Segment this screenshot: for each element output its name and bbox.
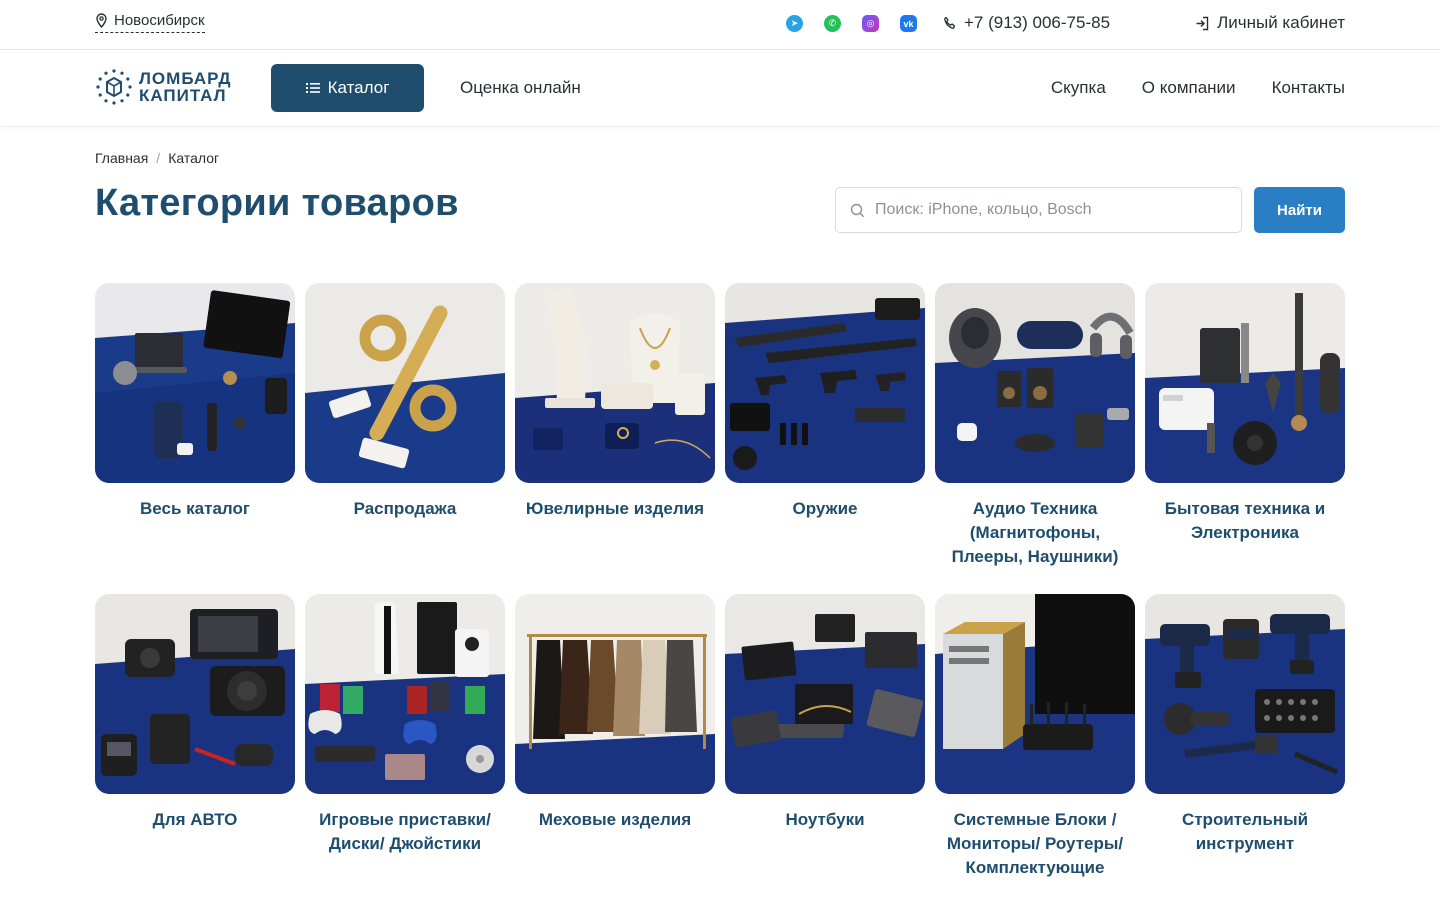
- category-label-pc: Системные Блоки / Мониторы/ Роутеры/ Ком…: [946, 810, 1124, 877]
- telegram-icon[interactable]: ➤: [786, 15, 803, 32]
- list-icon: [305, 83, 320, 93]
- category-label-audio: Аудио Техника (Магнитофоны, Плееры, Науш…: [951, 499, 1119, 566]
- breadcrumb: Главная / Каталог: [95, 150, 219, 166]
- nav-contacts[interactable]: Контакты: [1272, 78, 1345, 98]
- search-input[interactable]: [875, 201, 1215, 219]
- search-icon: [850, 203, 865, 217]
- nav-buyout[interactable]: Скупка: [1051, 78, 1106, 98]
- location-pin-icon: [96, 13, 107, 28]
- phone-link[interactable]: +7 (913) 006-75-85: [943, 13, 1110, 33]
- vk-icon[interactable]: vk: [900, 15, 917, 32]
- category-label-gaming: Игровые приставки/ Диски/ Джойстики: [319, 810, 491, 853]
- category-card-tools[interactable]: Строительный инструмент: [1145, 594, 1345, 900]
- logo[interactable]: ЛОМБАРД КАПИТАЛ: [95, 68, 232, 106]
- logo-text: ЛОМБАРД КАПИТАЛ: [139, 70, 232, 104]
- category-card-laptops[interactable]: Ноутбуки: [725, 594, 925, 900]
- category-label-laptops: Ноутбуки: [785, 810, 865, 829]
- nav-online-appraisal[interactable]: Оценка онлайн: [460, 78, 581, 98]
- category-image-auto: [95, 594, 295, 794]
- whatsapp-icon[interactable]: ✆: [824, 15, 841, 32]
- category-card-weapons[interactable]: Оружие: [725, 283, 925, 594]
- catalog-button[interactable]: Каталог: [271, 64, 424, 112]
- catalog-button-label: Каталог: [327, 78, 390, 97]
- category-image-appliances: [1145, 283, 1345, 483]
- city-selector[interactable]: Новосибирск: [95, 12, 205, 33]
- main-header: ЛОМБАРД КАПИТАЛ Каталог Оценка онлайн Ск…: [0, 50, 1440, 127]
- search-button[interactable]: Найти: [1254, 187, 1345, 233]
- account-label: Личный кабинет: [1217, 13, 1345, 32]
- category-image-pc: [935, 594, 1135, 794]
- category-label-auto: Для АВТО: [152, 810, 238, 829]
- phone-icon: [944, 16, 956, 29]
- category-image-tools: [1145, 594, 1345, 794]
- breadcrumb-current: Каталог: [168, 150, 220, 166]
- page-title: Категории товаров: [95, 182, 459, 224]
- logo-line-1: ЛОМБАРД: [139, 69, 232, 88]
- category-label-tools: Строительный инструмент: [1181, 810, 1309, 853]
- category-image-sale: [305, 283, 505, 483]
- category-label-jewelry: Ювелирные изделия: [525, 499, 705, 518]
- category-card-all[interactable]: Весь каталог: [95, 283, 295, 594]
- category-image-gaming: [305, 594, 505, 794]
- category-label-sale: Распродажа: [353, 499, 457, 518]
- category-card-pc[interactable]: Системные Блоки / Мониторы/ Роутеры/ Ком…: [935, 594, 1135, 900]
- category-card-fur[interactable]: Меховые изделия: [515, 594, 715, 900]
- logo-emblem-icon: [96, 69, 132, 105]
- account-link[interactable]: Личный кабинет: [1195, 13, 1345, 33]
- breadcrumb-separator: /: [156, 150, 161, 166]
- category-image-audio: [935, 283, 1135, 483]
- category-label-appliances: Бытовая техника и Электроника: [1164, 499, 1326, 542]
- category-image-laptops: [725, 594, 925, 794]
- category-image-weapons: [725, 283, 925, 483]
- category-image-jewelry: [515, 283, 715, 483]
- logo-line-2: КАПИТАЛ: [139, 86, 227, 105]
- category-label-all: Весь каталог: [140, 499, 250, 518]
- city-label: Новосибирск: [114, 12, 205, 29]
- category-card-sale[interactable]: Распродажа: [305, 283, 505, 594]
- phone-number: +7 (913) 006-75-85: [964, 13, 1111, 32]
- social-links: ➤ ✆ ◎ vk: [786, 15, 917, 32]
- category-card-audio[interactable]: Аудио Техника (Магнитофоны, Плееры, Науш…: [935, 283, 1135, 594]
- instagram-icon[interactable]: ◎: [862, 15, 879, 32]
- category-label-weapons: Оружие: [792, 499, 858, 518]
- category-card-jewelry[interactable]: Ювелирные изделия: [515, 283, 715, 594]
- nav-about[interactable]: О компании: [1142, 78, 1236, 98]
- search-box: [835, 187, 1242, 233]
- category-card-auto[interactable]: Для АВТО: [95, 594, 295, 900]
- breadcrumb-home[interactable]: Главная: [95, 150, 148, 166]
- login-icon: [1196, 16, 1209, 30]
- main-nav: Скупка О компании Контакты: [1051, 78, 1345, 98]
- category-grid: Весь каталог Распродажа Ювелирные издели…: [95, 283, 1345, 900]
- category-image-all: [95, 283, 295, 483]
- top-bar: Новосибирск ➤ ✆ ◎ vk +7 (913) 006-75-85 …: [0, 0, 1440, 50]
- category-label-fur: Меховые изделия: [538, 810, 692, 829]
- category-image-fur: [515, 594, 715, 794]
- category-card-appliances[interactable]: Бытовая техника и Электроника: [1145, 283, 1345, 594]
- category-card-gaming[interactable]: Игровые приставки/ Диски/ Джойстики: [305, 594, 505, 900]
